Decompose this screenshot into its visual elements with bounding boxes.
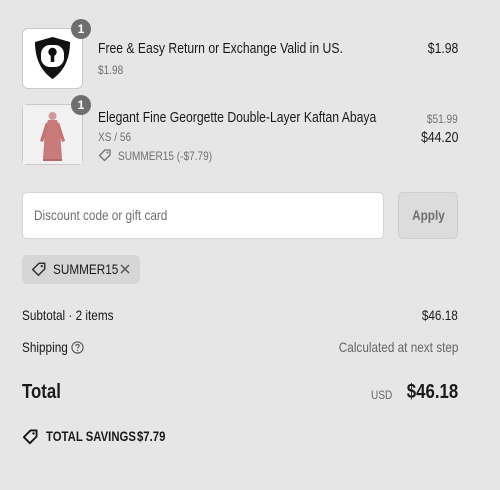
item-price-wrap: $1.98: [422, 41, 458, 57]
applied-code: SUMMER15: [53, 261, 119, 277]
total-value-wrap: USD $46.18: [367, 381, 458, 404]
total-label: Total: [22, 381, 61, 403]
help-icon[interactable]: [71, 341, 84, 354]
discount-placeholder: Discount code or gift card: [34, 207, 168, 223]
discount-code-input[interactable]: Discount code or gift card: [22, 192, 384, 239]
shield-keyhole-icon: [35, 37, 70, 79]
item-original-price: $51.99: [427, 112, 458, 126]
tag-icon: [22, 429, 38, 445]
apply-label: Apply: [411, 207, 445, 223]
item-price: $44.20: [420, 130, 458, 146]
item-discount-wrap: SUMMER15 (-$7.79): [98, 148, 230, 163]
item-thumbnail: [22, 28, 83, 89]
item-thumbnail: [22, 104, 83, 165]
line-item-return-protection: 1 Free & Easy Return or Exchange Valid i…: [22, 19, 458, 90]
tag-icon: [98, 149, 111, 162]
item-discount-note: SUMMER15 (-$7.79): [118, 149, 213, 163]
subtotal-value-wrap: $46.18: [415, 307, 458, 323]
item-subtitle: $1.98: [98, 63, 124, 77]
shipping-label-wrap: Shipping: [22, 339, 84, 355]
item-subtitle-wrap: $1.98: [98, 63, 128, 77]
item-variant: XS / 56: [98, 130, 132, 144]
quantity-badge: 1: [71, 19, 91, 39]
shipping-value: Calculated at next step: [338, 339, 458, 355]
tag-icon: [31, 262, 46, 277]
item-title: Elegant Fine Georgette Double-Layer Kaft…: [98, 110, 377, 126]
item-price: $1.98: [427, 41, 458, 57]
subtotal-label-wrap: Subtotal · 2 items: [22, 307, 131, 323]
savings-label: TOTAL SAVINGS: [46, 429, 136, 444]
shipping-label: Shipping: [22, 339, 68, 355]
line-item-abaya: 1 Elegant Fine Georgette Double-Layer Ka…: [22, 95, 458, 168]
subtotal-value: $46.18: [422, 307, 458, 323]
quantity-badge: 1: [71, 95, 91, 115]
item-title: Free & Easy Return or Exchange Valid in …: [98, 41, 343, 57]
close-icon[interactable]: [119, 263, 131, 275]
savings-value: $7.79: [137, 429, 166, 444]
apply-button[interactable]: Apply: [398, 192, 458, 239]
shipping-value-wrap: Calculated at next step: [316, 339, 458, 355]
subtotal-label: Subtotal · 2 items: [22, 307, 114, 323]
item-price-wrap: $44.20: [414, 130, 458, 146]
item-variant-wrap: XS / 56: [98, 130, 137, 144]
total-value: $46.18: [406, 381, 458, 403]
item-original-price-wrap: $51.99: [421, 112, 458, 126]
item-title-wrap: Free & Easy Return or Exchange Valid in …: [98, 41, 389, 57]
abaya-product-image: [23, 105, 82, 164]
total-label-wrap: Total: [22, 381, 68, 404]
item-title-wrap: Elegant Fine Georgette Double-Layer Kaft…: [98, 110, 429, 126]
applied-discount-tag: SUMMER15: [22, 255, 140, 284]
currency-code: USD: [371, 388, 393, 402]
